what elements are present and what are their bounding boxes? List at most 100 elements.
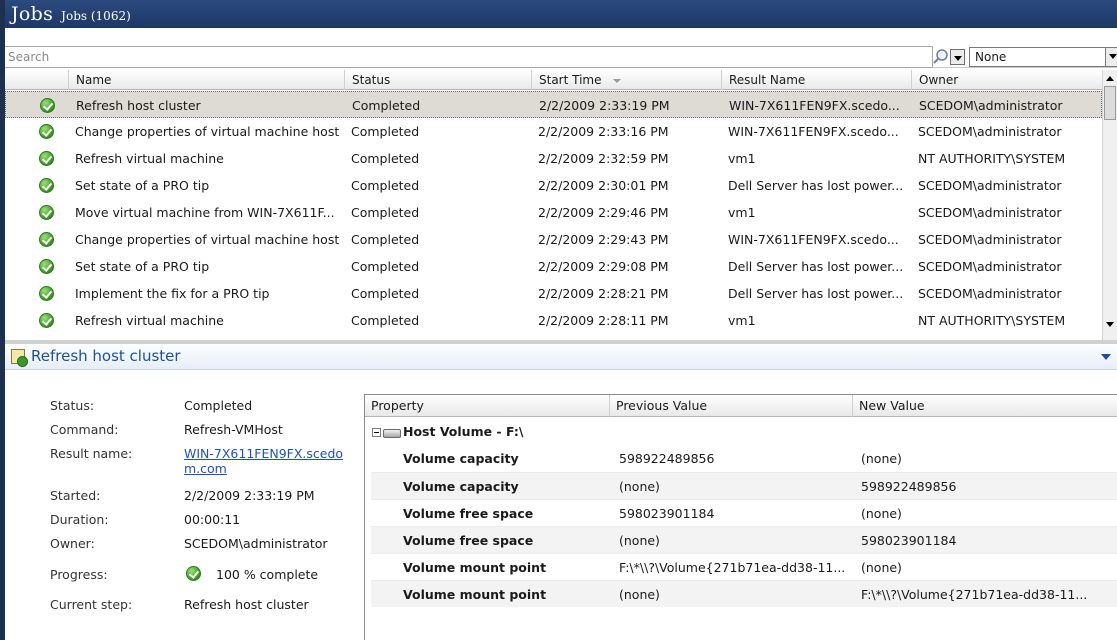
column-header-name[interactable]: Name xyxy=(68,70,344,90)
started-value: 2/2/2009 2:33:19 PM xyxy=(184,488,315,503)
job-cell-status: Completed xyxy=(351,178,420,193)
current-step-label: Current step: xyxy=(50,597,133,612)
job-cell-owner: SCEDOM\administrator xyxy=(918,259,1062,274)
group-by-select[interactable]: None xyxy=(969,47,1106,67)
job-cell-owner: SCEDOM\administrator xyxy=(918,205,1062,220)
job-cell-owner: SCEDOM\administrator xyxy=(918,178,1062,193)
collapse-details-icon[interactable] xyxy=(1101,354,1111,360)
result-name-link[interactable]: WIN-7X611FEN9FX.scedom.com xyxy=(184,446,349,476)
job-row[interactable]: Set state of a PRO tip Completed 2/2/2009 … xyxy=(5,172,1102,199)
progress-complete-icon xyxy=(186,566,201,581)
change-row[interactable]: Volume mount point F:\*\\?\Volume{271b71e… xyxy=(371,553,1117,580)
jobs-grid: Name Status Start Time Result Name Owner… xyxy=(5,70,1117,340)
job-completed-icon xyxy=(11,349,28,367)
chevron-down-icon xyxy=(954,56,962,61)
change-cell-previous: 598023901184 xyxy=(619,506,715,521)
job-cell-status: Completed xyxy=(351,259,420,274)
job-row[interactable]: Refresh virtual machine Completed 2/2/2009… xyxy=(5,145,1102,172)
details-title: Refresh host cluster xyxy=(31,347,181,365)
job-cell-result: Dell Server has lost power... xyxy=(728,286,904,301)
job-cell-result: vm1 xyxy=(728,313,756,328)
change-cell-new: (none) xyxy=(861,560,902,575)
column-header-start-time[interactable]: Start Time xyxy=(531,70,721,90)
completed-status-icon xyxy=(39,151,54,166)
progress-label: Progress: xyxy=(50,567,108,582)
job-cell-status: Completed xyxy=(351,124,420,139)
jobs-grid-body: Refresh host cluster Completed 2/2/2009 2:… xyxy=(5,91,1102,339)
change-row[interactable]: Volume free space 598023901184 (none) xyxy=(371,499,1117,526)
current-step-value: Refresh host cluster xyxy=(184,597,309,612)
change-cell-new: (none) xyxy=(861,506,902,521)
job-cell-owner: NT AUTHORITY\SYSTEM xyxy=(918,151,1066,166)
job-cell-name: Set state of a PRO tip xyxy=(75,259,210,274)
column-header-property[interactable]: Property xyxy=(365,395,609,417)
started-label: Started: xyxy=(50,488,101,503)
job-cell-name: Set state of a PRO tip xyxy=(75,178,210,193)
change-row[interactable]: Volume capacity 598922489856 (none) xyxy=(371,445,1117,472)
group-host-volume[interactable]: Host Volume - F:\ xyxy=(365,419,1117,445)
job-cell-start: 2/2/2009 2:29:08 PM xyxy=(538,259,669,274)
change-cell-property: Volume mount point xyxy=(403,560,547,575)
job-cell-owner: NT AUTHORITY\SYSTEM xyxy=(918,313,1066,328)
change-row[interactable]: Volume mount point (none) F:\*\\?\Volume{2… xyxy=(371,580,1117,607)
scroll-down-icon[interactable] xyxy=(1106,322,1114,327)
change-cell-previous: (none) xyxy=(619,533,660,548)
search-bar: Search None xyxy=(5,46,1117,68)
column-header-start-time-label: Start Time xyxy=(539,73,602,87)
change-row[interactable]: Volume capacity (none) 598922489856 xyxy=(371,472,1117,499)
job-cell-status: Completed xyxy=(352,98,421,113)
duration-value: 00:00:11 xyxy=(184,512,241,527)
change-cell-previous: (none) xyxy=(619,587,660,602)
job-cell-result: WIN-7X611FEN9FX.scedo... xyxy=(728,124,899,139)
status-label: Status: xyxy=(50,398,95,413)
search-options-dropdown-button[interactable] xyxy=(950,49,965,65)
column-header-icon[interactable] xyxy=(5,70,68,90)
jobs-grid-scrollbar[interactable] xyxy=(1102,70,1117,340)
job-row[interactable]: Refresh virtual machine Completed 2/2/2009… xyxy=(5,307,1102,334)
job-cell-result: Dell Server has lost power... xyxy=(728,178,904,193)
column-header-new-value[interactable]: New Value xyxy=(852,395,1117,417)
job-cell-status: Completed xyxy=(351,151,420,166)
job-cell-result: WIN-7X611FEN9FX.scedo... xyxy=(728,232,899,247)
column-header-previous-value[interactable]: Previous Value xyxy=(609,395,852,417)
job-cell-start: 2/2/2009 2:29:43 PM xyxy=(538,232,669,247)
group-by-dropdown-button[interactable] xyxy=(1106,47,1117,67)
change-cell-new: 598023901184 xyxy=(861,533,957,548)
job-row[interactable]: Set state of a PRO tip Completed 2/2/2009 … xyxy=(5,253,1102,280)
change-cell-previous: (none) xyxy=(619,479,660,494)
collapse-group-icon[interactable] xyxy=(372,428,381,437)
completed-status-icon xyxy=(39,232,54,247)
job-row[interactable]: Refresh host cluster Completed 2/2/2009 2:… xyxy=(5,91,1102,118)
column-header-owner[interactable]: Owner xyxy=(911,70,1102,90)
change-row[interactable]: Volume free space (none) 598023901184 xyxy=(371,526,1117,553)
job-cell-name: Move virtual machine from WIN-7X611F... xyxy=(75,205,335,220)
job-row[interactable]: Move virtual machine from WIN-7X611F... C… xyxy=(5,199,1102,226)
search-input[interactable]: Search xyxy=(5,46,933,68)
job-cell-name: Change properties of virtual machine hos… xyxy=(75,232,340,247)
window-title: Jobs xyxy=(11,3,54,25)
scroll-up-icon[interactable] xyxy=(1106,76,1114,81)
job-cell-name: Refresh host cluster xyxy=(76,98,201,113)
column-header-status[interactable]: Status xyxy=(344,70,531,90)
job-cell-owner: SCEDOM\administrator xyxy=(918,286,1062,301)
completed-status-icon xyxy=(39,313,54,328)
sort-descending-icon xyxy=(613,78,622,83)
job-cell-result: WIN-7X611FEN9FX.scedo... xyxy=(729,98,900,113)
job-cell-owner: SCEDOM\administrator xyxy=(918,232,1062,247)
job-row[interactable]: Change properties of virtual machine hos… xyxy=(5,118,1102,145)
status-value: Completed xyxy=(184,398,253,413)
completed-status-icon xyxy=(39,205,54,220)
job-cell-name: Refresh virtual machine xyxy=(75,313,224,328)
job-row[interactable]: Implement the fix for a PRO tip Completed… xyxy=(5,280,1102,307)
column-header-result-name[interactable]: Result Name xyxy=(721,70,911,90)
job-cell-start: 2/2/2009 2:33:16 PM xyxy=(538,124,669,139)
change-cell-previous: 598922489856 xyxy=(619,451,715,466)
completed-status-icon xyxy=(39,259,54,274)
owner-value: SCEDOM\administrator xyxy=(184,536,328,551)
search-icon[interactable] xyxy=(932,48,950,66)
job-cell-owner: SCEDOM\administrator xyxy=(919,98,1063,113)
job-cell-start: 2/2/2009 2:30:01 PM xyxy=(538,178,669,193)
jobs-grid-header: Name Status Start Time Result Name Owner xyxy=(5,70,1102,90)
job-row[interactable]: Change properties of virtual machine hos… xyxy=(5,226,1102,253)
scrollbar-thumb[interactable] xyxy=(1104,86,1116,120)
